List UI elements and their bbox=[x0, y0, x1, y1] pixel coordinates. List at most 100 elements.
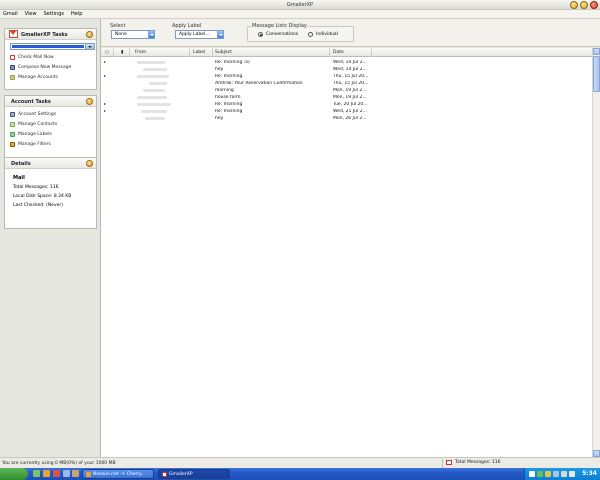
message-row[interactable]: hey Wed, 14 Jul 2... bbox=[101, 66, 592, 73]
check-mail-now-link[interactable]: Check Mail Now bbox=[10, 54, 54, 60]
compose-new-message-link[interactable]: Compose New Message bbox=[10, 64, 71, 70]
maximize-button[interactable] bbox=[580, 1, 588, 9]
tasks-panel-title: GmailerXP Tasks bbox=[21, 32, 68, 38]
taskbar-item-gmailerxp[interactable]: GmailerXP bbox=[158, 469, 230, 479]
column-subject[interactable]: Subject bbox=[215, 50, 232, 55]
manage-accounts-label: Manage Accounts bbox=[18, 74, 58, 80]
quick-launch-icon[interactable] bbox=[63, 470, 70, 477]
window-title: GmailerXP bbox=[286, 2, 314, 8]
chevron-down-icon[interactable] bbox=[148, 31, 154, 38]
manage-accounts-link[interactable]: Manage Accounts bbox=[10, 74, 58, 80]
title-bar: GmailerXP bbox=[0, 0, 600, 10]
menu-settings[interactable]: Settings bbox=[43, 11, 64, 17]
select-all-column[interactable]: ○ bbox=[105, 50, 109, 55]
check-mail-label: Check Mail Now bbox=[18, 54, 54, 60]
tray-icon[interactable] bbox=[537, 471, 543, 477]
message-date: Thu, 15 Jul 20... bbox=[333, 81, 369, 86]
quick-launch-icon[interactable] bbox=[33, 470, 40, 477]
details-header[interactable]: Details bbox=[5, 158, 96, 169]
network-icon[interactable] bbox=[569, 471, 575, 477]
collapse-icon[interactable] bbox=[86, 160, 93, 167]
account-selector[interactable] bbox=[10, 43, 95, 50]
quick-launch-icon[interactable] bbox=[43, 470, 50, 477]
manage-labels-link[interactable]: Manage Labels bbox=[10, 131, 52, 137]
scroll-thumb[interactable] bbox=[593, 56, 600, 92]
details-panel: Details Mail Total Messages: 116 Local D… bbox=[4, 157, 97, 229]
sender-redacted bbox=[141, 110, 167, 113]
message-row[interactable]: Re: morning :o) Wed, 14 Jul 2... bbox=[101, 59, 592, 66]
scroll-up-button[interactable] bbox=[593, 48, 600, 55]
sender-redacted bbox=[137, 75, 169, 78]
manage-contacts-link[interactable]: Manage Contacts bbox=[10, 121, 57, 127]
message-subject: Re: morning bbox=[215, 74, 243, 79]
message-row[interactable]: morning Mon, 19 Jul 2... bbox=[101, 87, 592, 94]
account-settings-link[interactable]: Account Settings bbox=[10, 111, 56, 117]
message-date: Wed, 14 Jul 2... bbox=[333, 60, 367, 65]
message-row[interactable]: Re: morning Wed, 21 Jul 2... bbox=[101, 108, 592, 115]
message-list: ○ ▮ From Label Subject Date Re: morning … bbox=[101, 48, 600, 457]
display-group-label: Message Lists Display bbox=[251, 23, 308, 29]
individual-label: Individual bbox=[316, 32, 338, 37]
expand-arrow-icon[interactable] bbox=[104, 75, 106, 77]
message-row[interactable]: Re: morning Thu, 15 Jul 20... bbox=[101, 73, 592, 80]
select-dropdown[interactable]: None bbox=[111, 30, 155, 39]
message-row[interactable]: hey Mon, 26 Jul 2... bbox=[101, 115, 592, 122]
column-from[interactable]: From bbox=[135, 50, 146, 55]
column-separator bbox=[212, 48, 213, 57]
column-separator bbox=[371, 48, 372, 57]
collapse-icon[interactable] bbox=[86, 98, 93, 105]
quick-launch-icon[interactable] bbox=[72, 470, 79, 477]
tasks-panel-header[interactable]: GmailerXP Tasks bbox=[5, 29, 96, 40]
expand-arrow-icon[interactable] bbox=[104, 61, 106, 63]
chevron-down-icon[interactable] bbox=[85, 44, 94, 49]
clock[interactable]: 5:34 bbox=[582, 470, 597, 477]
window-controls bbox=[570, 1, 598, 9]
message-row[interactable]: Amtrak: Your Reservation Confirmation Th… bbox=[101, 80, 592, 87]
close-button[interactable] bbox=[590, 1, 598, 9]
tray-icon[interactable] bbox=[553, 471, 559, 477]
settings-icon bbox=[10, 111, 15, 117]
expand-arrow-icon[interactable] bbox=[104, 103, 106, 105]
collapse-icon[interactable] bbox=[86, 31, 93, 38]
menu-bar: Gmail View Settings Help bbox=[0, 10, 600, 19]
message-subject: Re: morning bbox=[215, 109, 243, 114]
minimize-button[interactable] bbox=[570, 1, 578, 9]
vertical-scrollbar[interactable] bbox=[592, 48, 600, 457]
filters-icon bbox=[10, 141, 15, 147]
account-tasks-header[interactable]: Account Tasks bbox=[5, 96, 96, 107]
mail-icon bbox=[10, 54, 15, 60]
message-row[interactable]: house form Mon, 19 Jul 2... bbox=[101, 94, 592, 101]
menu-view[interactable]: View bbox=[25, 11, 37, 17]
apply-label-dropdown[interactable]: Apply Label... bbox=[175, 30, 224, 39]
message-row[interactable]: Re: morning Tue, 20 Jul 20... bbox=[101, 101, 592, 108]
conversations-radio[interactable]: Conversations bbox=[258, 32, 298, 37]
taskbar-item-browser[interactable]: Neowin.net -> Cherry... bbox=[82, 469, 154, 479]
start-button[interactable] bbox=[0, 468, 28, 480]
sender-redacted bbox=[137, 61, 165, 64]
tasks-panel: GmailerXP Tasks Check Mail Now Compose N… bbox=[4, 28, 97, 90]
menu-help[interactable]: Help bbox=[71, 11, 82, 17]
sender-redacted bbox=[143, 89, 165, 92]
tray-icon[interactable] bbox=[545, 471, 551, 477]
individual-radio[interactable]: Individual bbox=[308, 32, 338, 37]
message-list-header: ○ ▮ From Label Subject Date bbox=[101, 48, 592, 57]
volume-icon[interactable] bbox=[561, 471, 567, 477]
column-label[interactable]: Label bbox=[193, 50, 205, 55]
quick-launch-icon[interactable] bbox=[53, 470, 60, 477]
status-total: Total Messages: 116 bbox=[446, 460, 501, 465]
message-date: Wed, 14 Jul 2... bbox=[333, 67, 367, 72]
chevron-down-icon[interactable] bbox=[217, 31, 223, 38]
column-date[interactable]: Date bbox=[333, 50, 344, 55]
account-selector-value bbox=[12, 45, 84, 48]
gmail-tray-icon[interactable] bbox=[529, 471, 535, 477]
manage-labels-label: Manage Labels bbox=[18, 131, 52, 137]
message-date: Mon, 26 Jul 2... bbox=[333, 116, 367, 121]
manage-filters-link[interactable]: Manage Filters bbox=[10, 141, 51, 147]
radio-icon bbox=[308, 32, 313, 37]
scroll-down-button[interactable] bbox=[593, 450, 600, 457]
sender-redacted bbox=[149, 82, 167, 85]
apply-label-label: Apply Label bbox=[172, 23, 202, 29]
menu-gmail[interactable]: Gmail bbox=[3, 11, 18, 17]
attachment-column-icon[interactable]: ▮ bbox=[121, 50, 123, 55]
expand-arrow-icon[interactable] bbox=[104, 110, 106, 112]
